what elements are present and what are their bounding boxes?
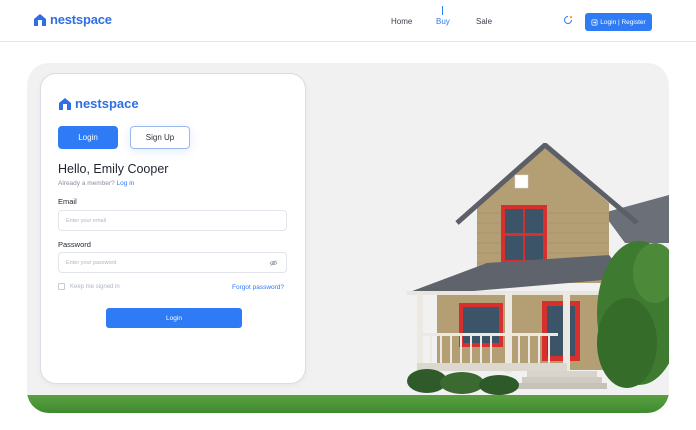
login-link[interactable]: Log in: [117, 180, 135, 187]
password-field[interactable]: Enter your password: [58, 252, 287, 273]
house-logo-icon: [59, 97, 71, 110]
keep-signed-in-label: Keep me signed in: [70, 283, 120, 290]
email-label: Email: [58, 197, 77, 206]
keep-signed-in-checkbox[interactable]: [58, 283, 65, 290]
eye-off-icon[interactable]: [269, 259, 278, 267]
keep-signed-in[interactable]: Keep me signed in: [58, 283, 120, 290]
nav-item-buy[interactable]: Buy: [436, 17, 450, 26]
greeting-heading: Hello, Emily Cooper: [58, 162, 169, 176]
tab-signup[interactable]: Sign Up: [130, 126, 190, 149]
card-brand-logo: nestspace: [58, 96, 139, 111]
login-register-button[interactable]: Login | Register: [585, 13, 652, 31]
nav-item-home[interactable]: Home: [391, 17, 412, 26]
password-label: Password: [58, 240, 91, 249]
nav-item-sale[interactable]: Sale: [476, 17, 492, 26]
email-field[interactable]: Enter your email: [58, 210, 287, 231]
lawn: [27, 395, 669, 413]
card-brand-name: nestspace: [75, 96, 139, 111]
active-nav-indicator: [442, 6, 443, 15]
brand-name: nestspace: [50, 12, 112, 27]
email-placeholder: Enter your email: [66, 217, 107, 224]
login-register-label: Login | Register: [600, 18, 646, 26]
member-text: Already a member?: [58, 180, 115, 187]
password-placeholder: Enter your password: [66, 259, 117, 266]
forgot-password-link[interactable]: Forgot password?: [232, 284, 284, 291]
notification-icon[interactable]: [563, 15, 573, 25]
house-logo-icon: [34, 13, 46, 26]
login-card: nestspace Login Sign Up Hello, Emily Coo…: [40, 73, 306, 384]
login-icon: [591, 19, 598, 25]
tab-login[interactable]: Login: [58, 126, 118, 149]
brand-logo[interactable]: nestspace: [33, 12, 112, 27]
login-submit-button[interactable]: Login: [106, 308, 242, 328]
house-image: [407, 143, 669, 395]
top-navigation-bar: nestspace Home Buy Sale Login | Register: [0, 0, 696, 42]
member-prompt: Already a member? Log in: [58, 180, 134, 187]
